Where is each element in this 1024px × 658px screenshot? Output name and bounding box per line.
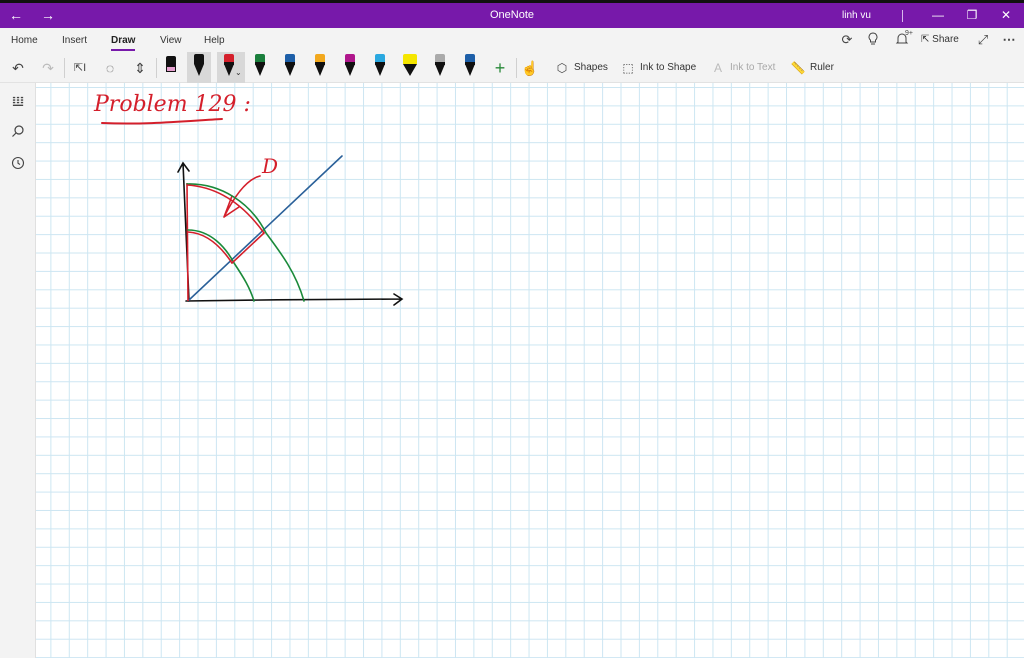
ink-to-shape-button[interactable]: Ink to Shape xyxy=(640,62,696,73)
ruler-icon[interactable]: 📏 xyxy=(788,58,808,78)
note-canvas[interactable]: Problem 129 : D xyxy=(36,83,1024,658)
ruler-button[interactable]: Ruler xyxy=(810,62,834,73)
maximize-button[interactable]: ❐ xyxy=(962,3,982,28)
minimize-button[interactable]: — xyxy=(928,3,948,28)
touch-draw-icon[interactable]: ☝ xyxy=(520,58,540,78)
eraser-tool[interactable] xyxy=(159,52,183,83)
toolbar-divider xyxy=(156,58,157,78)
tab-insert[interactable]: Insert xyxy=(62,35,87,46)
notification-count: 9+ xyxy=(905,30,913,37)
pen-icon xyxy=(194,54,204,64)
highlighter-icon xyxy=(403,54,417,64)
sync-icon[interactable]: ⟳ xyxy=(838,32,856,48)
pen-magenta[interactable] xyxy=(338,52,362,83)
ink-drawing: Problem 129 : D xyxy=(93,92,404,306)
shapes-button[interactable]: Shapes xyxy=(574,62,608,73)
ink-to-text-button: Ink to Text xyxy=(730,62,776,73)
tab-home[interactable]: Home xyxy=(11,35,38,46)
type-select-icon[interactable]: ⇱I xyxy=(70,58,90,78)
ink-to-text-icon: A xyxy=(713,61,722,75)
share-button[interactable]: ⇱ Share xyxy=(921,32,959,48)
tab-view[interactable]: View xyxy=(160,35,182,46)
red-axis-segment xyxy=(186,182,189,302)
pen-blue[interactable] xyxy=(278,52,302,83)
active-tab-indicator xyxy=(111,49,135,51)
title-underline xyxy=(101,118,223,125)
expand-icon[interactable]: ⤢ xyxy=(974,32,992,48)
pen-black-thick[interactable] xyxy=(187,52,211,83)
recent-notes-icon[interactable] xyxy=(8,155,28,175)
x-axis xyxy=(185,293,404,306)
title-separator xyxy=(902,10,903,22)
highlighter-yellow[interactable] xyxy=(398,52,422,83)
tab-help[interactable]: Help xyxy=(204,35,225,46)
ink-to-shape-icon[interactable]: ⬚ xyxy=(618,58,638,78)
pen-dark-blue[interactable] xyxy=(458,52,482,83)
pen-red-selected[interactable]: ⌄ xyxy=(217,52,245,83)
toolbar-divider xyxy=(64,58,65,78)
chevron-down-icon: ⌄ xyxy=(235,68,242,77)
more-options-button[interactable]: ⋯ xyxy=(1000,32,1018,48)
share-label: Share xyxy=(932,34,959,45)
search-icon[interactable] xyxy=(8,123,28,143)
undo-icon[interactable]: ↶ xyxy=(8,58,28,78)
green-inner-curve xyxy=(187,229,255,302)
notebooks-icon[interactable]: 𝍔 xyxy=(8,91,28,111)
ink-title: Problem 129 : xyxy=(93,92,251,117)
lightbulb-icon[interactable] xyxy=(864,32,882,49)
lasso-select-icon[interactable]: ◌ xyxy=(100,58,120,78)
redo-icon[interactable]: ↷ xyxy=(38,58,58,78)
navigation-rail: 𝍔 xyxy=(0,83,36,658)
pen-orange[interactable] xyxy=(308,52,332,83)
ribbon-tabs: Home Insert Draw View Help ⟳ 9+ ⇱ Share … xyxy=(0,28,1024,52)
add-space-icon[interactable]: ⇕ xyxy=(130,58,150,78)
pointer-arrow xyxy=(223,175,261,218)
shapes-icon[interactable]: ⬡ xyxy=(552,58,572,78)
toolbar-divider xyxy=(516,58,517,78)
pencil-gray[interactable] xyxy=(428,52,452,83)
pen-cyan[interactable] xyxy=(368,52,392,83)
share-icon: ⇱ xyxy=(921,34,930,45)
add-pen-icon[interactable]: + xyxy=(490,58,510,78)
tab-draw[interactable]: Draw xyxy=(111,35,135,46)
ink-label-d: D xyxy=(261,154,278,178)
pen-green[interactable] xyxy=(248,52,272,83)
close-button[interactable]: ✕ xyxy=(996,3,1016,28)
user-name[interactable]: linh vu xyxy=(842,3,871,28)
draw-toolbar: ↶ ↷ ⇱I ◌ ⇕ ⌄ + ☝ ⬡ Shapes ⬚ Ink to Shape… xyxy=(0,52,1024,83)
red-connector xyxy=(231,232,265,264)
title-bar: ← → OneNote linh vu — ❐ ✕ xyxy=(0,3,1024,28)
